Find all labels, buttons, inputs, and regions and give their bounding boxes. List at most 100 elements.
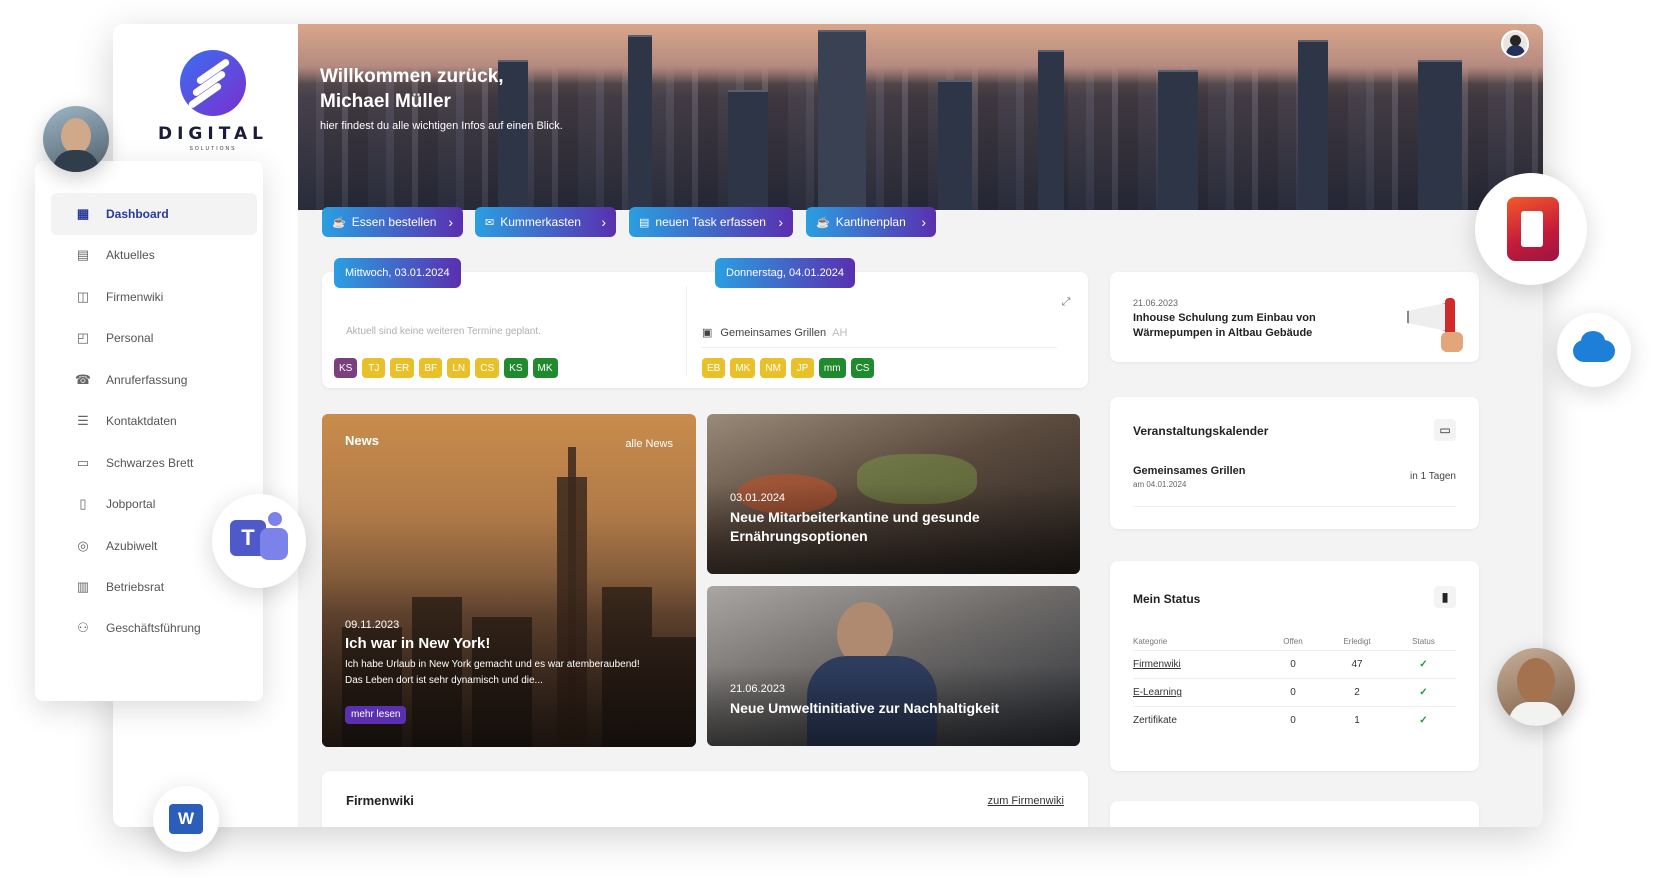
office-app-bubble[interactable] bbox=[1475, 173, 1587, 285]
news-featured-tile[interactable]: News alle News 09.11.2023 Ich war in New… bbox=[322, 414, 696, 747]
check-icon: ✓ bbox=[1391, 706, 1456, 734]
hero-banner: Willkommen zurück, Michael Müller hier f… bbox=[298, 24, 1543, 210]
canteen-icon: ☕ bbox=[816, 216, 830, 229]
avatar-man-glasses bbox=[43, 106, 109, 172]
attendee-chip[interactable]: KS bbox=[504, 358, 528, 378]
sidebar-item-kontaktdaten[interactable]: ☰ Kontaktdaten bbox=[51, 400, 257, 442]
attendee-chip[interactable]: NM bbox=[760, 358, 786, 378]
council-icon: ▥ bbox=[76, 579, 90, 594]
brand-tagline: SOLUTIONS bbox=[189, 146, 237, 152]
sidebar-item-geschaeftsfuehrung[interactable]: ⚇ Geschäftsführung bbox=[51, 607, 257, 649]
events-card: Veranstaltungskalender ▭ Gemeinsames Gri… bbox=[1110, 397, 1479, 529]
quick-action-essen-bestellen[interactable]: ☕ Essen bestellen › bbox=[322, 207, 463, 237]
attendee-chip[interactable]: LN bbox=[447, 358, 471, 378]
office-icon bbox=[1507, 197, 1559, 261]
chat-icon: ✉ bbox=[485, 216, 495, 229]
attendee-chip[interactable]: JP bbox=[790, 358, 814, 378]
megaphone-icon bbox=[1389, 288, 1469, 358]
status-category-link[interactable]: E-Learning bbox=[1133, 678, 1263, 707]
sidebar-item-firmenwiki[interactable]: ◫ Firmenwiki bbox=[51, 276, 257, 318]
event-relative: in 1 Tagen bbox=[1410, 471, 1456, 482]
status-card: Mein Status ▮ Kategorie Offen Erledigt S… bbox=[1110, 561, 1479, 771]
chevron-right-icon: › bbox=[921, 214, 926, 230]
event-date: am 04.01.2024 bbox=[1133, 480, 1187, 489]
chevron-right-icon: › bbox=[601, 214, 606, 230]
word-icon: W bbox=[169, 804, 203, 834]
sidebar-item-personal[interactable]: ◰ Personal bbox=[51, 317, 257, 359]
food-icon: ☕ bbox=[332, 216, 346, 229]
event-list-item[interactable]: Gemeinsames Grillen am 04.01.2024 in 1 T… bbox=[1133, 465, 1456, 507]
calendar-event-icon: ▣ bbox=[702, 327, 713, 339]
personal-icon: ◰ bbox=[76, 330, 90, 345]
quick-action-kummerkasten[interactable]: ✉ Kummerkasten › bbox=[475, 207, 616, 237]
welcome-title: Willkommen zurück, Michael Müller bbox=[320, 66, 504, 112]
status-heading: Mein Status bbox=[1133, 592, 1201, 606]
event-title: Gemeinsames Grillen bbox=[1133, 465, 1246, 477]
status-table: Kategorie Offen Erledigt Status Firmenwi… bbox=[1133, 633, 1456, 734]
teams-app-bubble[interactable]: T bbox=[212, 494, 306, 588]
phone-icon: ☎ bbox=[74, 372, 92, 387]
attendee-chip[interactable]: KS bbox=[334, 358, 358, 378]
table-row: E-Learning 0 2 ✓ bbox=[1133, 678, 1456, 707]
day2-attendees: EB MK NM JP mm CS bbox=[702, 358, 875, 378]
calendar-icon[interactable]: ▭ bbox=[1434, 419, 1456, 441]
next-card-peek bbox=[1110, 801, 1479, 827]
attendee-chip[interactable]: mm bbox=[818, 358, 846, 378]
marketing-stage: DIGITAL SOLUTIONS Willkommen zurück, Mic… bbox=[0, 0, 1663, 891]
welcome-subtitle: hier findest du alle wichtigen Infos auf… bbox=[320, 120, 563, 132]
announcement-card[interactable]: 21.06.2023 Inhouse Schulung zum Einbau v… bbox=[1110, 272, 1479, 362]
day2-date-button[interactable]: Donnerstag, 04.01.2024 bbox=[715, 258, 856, 288]
onedrive-app-bubble[interactable] bbox=[1557, 313, 1631, 387]
sidebar-item-aktuelles[interactable]: ▤ Aktuelles bbox=[51, 234, 257, 276]
clipboard-icon: ▯ bbox=[79, 496, 87, 511]
day1-attendees: KS TJ ER BF LN CS KS MK bbox=[334, 358, 558, 378]
attendee-chip[interactable]: MK bbox=[730, 358, 756, 378]
no-appointments-text: Aktuell sind keine weiteren Termine gepl… bbox=[346, 326, 541, 337]
appointments-card: Aktuell sind keine weiteren Termine gepl… bbox=[322, 272, 1088, 388]
bar-chart-icon[interactable]: ▮ bbox=[1434, 586, 1456, 608]
sidebar-item-schwarzes-brett[interactable]: ▭ Schwarzes Brett bbox=[51, 442, 257, 484]
user-avatar[interactable] bbox=[1501, 30, 1529, 58]
brand-name: DIGITAL bbox=[158, 124, 268, 144]
sidebar-nav: ▦ Dashboard ▤ Aktuelles ◫ Firmenwiki ◰ Perso… bbox=[35, 161, 263, 701]
table-row: Zertifikate 0 1 ✓ bbox=[1133, 706, 1456, 734]
firmenwiki-link[interactable]: zum Firmenwiki bbox=[988, 795, 1064, 807]
attendee-chip[interactable]: CS bbox=[850, 358, 875, 378]
firmenwiki-card: Firmenwiki zum Firmenwiki bbox=[322, 771, 1088, 827]
attendee-chip[interactable]: ER bbox=[390, 358, 415, 378]
sidebar-item-dashboard[interactable]: ▦ Dashboard bbox=[51, 193, 257, 235]
brand-logo[interactable]: DIGITAL SOLUTIONS bbox=[153, 50, 273, 152]
chevron-right-icon: › bbox=[778, 214, 783, 230]
contacts-icon: ☰ bbox=[77, 413, 89, 428]
quick-action-kantinenplan[interactable]: ☕ Kantinenplan › bbox=[806, 207, 936, 237]
quick-action-neuen-task[interactable]: ▤ neuen Task erfassen › bbox=[629, 207, 793, 237]
word-app-bubble[interactable]: W bbox=[153, 786, 219, 852]
chevron-right-icon: › bbox=[448, 214, 453, 230]
avatar-smiling-man bbox=[1497, 648, 1575, 726]
announcement-date: 21.06.2023 bbox=[1133, 298, 1179, 308]
status-table-header: Kategorie Offen Erledigt Status bbox=[1133, 637, 1435, 646]
all-news-link[interactable]: alle News bbox=[625, 438, 673, 450]
sidebar-item-anruferfassung[interactable]: ☎ Anruferfassung bbox=[51, 359, 257, 401]
news-tile-kantine[interactable]: 03.01.2024 Neue Mitarbeiterkantine und g… bbox=[707, 414, 1080, 574]
attendee-chip[interactable]: EB bbox=[702, 358, 726, 378]
status-category-link[interactable]: Firmenwiki bbox=[1133, 650, 1263, 679]
event-entry[interactable]: ▣ Gemeinsames Grillen AH bbox=[702, 326, 1057, 348]
attendee-chip[interactable]: MK bbox=[532, 358, 558, 378]
board-icon: ▭ bbox=[76, 455, 90, 470]
status-category: Zertifikate bbox=[1133, 706, 1263, 734]
attendee-chip[interactable]: CS bbox=[475, 358, 500, 378]
news-excerpt: Ich habe Urlaub in New York gemacht und … bbox=[345, 659, 640, 686]
attendee-chip[interactable]: TJ bbox=[362, 358, 386, 378]
news-title: Neue Mitarbeiterkantine und gesunde Ernä… bbox=[730, 509, 980, 544]
announcement-title: Inhouse Schulung zum Einbau von Wärmepum… bbox=[1133, 312, 1316, 339]
attendee-chip[interactable]: BF bbox=[419, 358, 443, 378]
news-heading: News bbox=[345, 433, 379, 448]
day1-date-button[interactable]: Mittwoch, 03.01.2024 bbox=[334, 258, 461, 288]
news-tile-umwelt[interactable]: 21.06.2023 Neue Umweltinitiative zur Nac… bbox=[707, 586, 1080, 746]
expand-icon[interactable]: ⤢ bbox=[1056, 292, 1076, 312]
read-more-button[interactable]: mehr lesen bbox=[345, 706, 407, 724]
news-date: 09.11.2023 bbox=[345, 619, 400, 631]
news-title: Ich war in New York! bbox=[345, 635, 491, 652]
news-date: 21.06.2023 bbox=[730, 683, 786, 695]
